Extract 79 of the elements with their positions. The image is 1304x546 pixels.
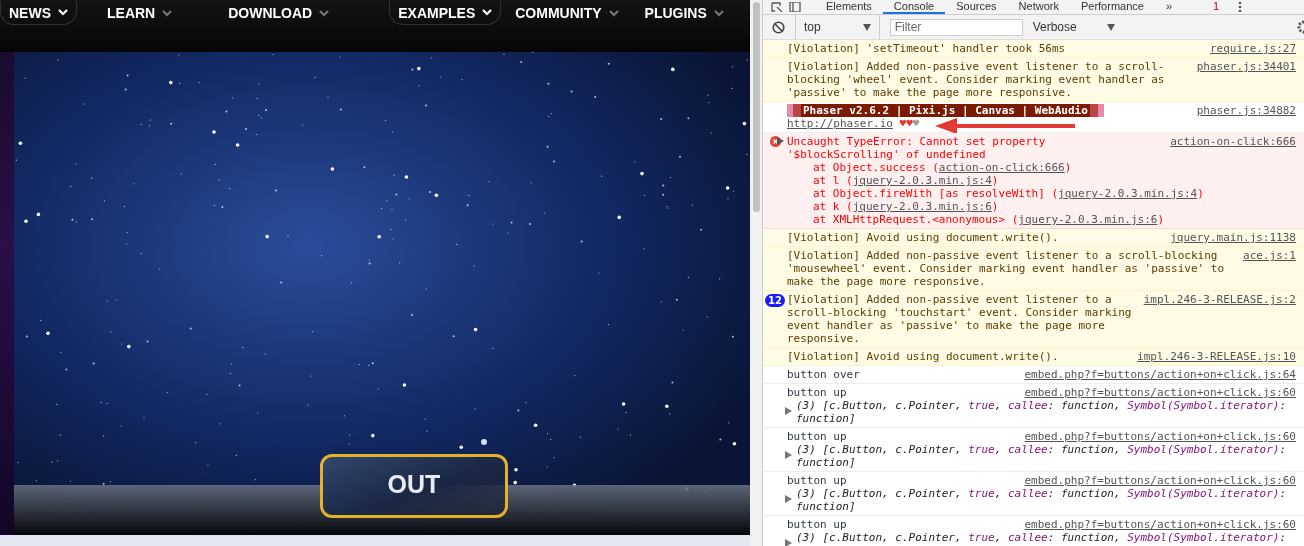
clear-console-icon[interactable] — [772, 20, 785, 34]
expand-triangle-icon[interactable] — [777, 137, 784, 145]
nav-menu-item[interactable]: EXAMPLES — [389, 1, 502, 25]
heart-icon: ♥ — [906, 117, 913, 130]
source-link[interactable]: jquery-2.0.3.min.js:6 — [1018, 213, 1158, 226]
nav-menu-item[interactable]: NEWS — [0, 1, 77, 25]
object-preview: (3) [c.Button, c.Pointer, true, callee: function, Symbol(Symbol.iterator): — [796, 531, 1287, 544]
message-text: button up — [787, 386, 847, 399]
nav-menu-item[interactable]: PLUGINS — [636, 1, 732, 25]
caret-icon — [713, 9, 724, 17]
object-preview: (3) [c.Button, c.Pointer, true, callee: function, Symbol(Symbol.iterator): function] — [796, 487, 1287, 513]
expand-triangle-icon[interactable] — [785, 451, 792, 459]
heart-icon: ♥ — [899, 117, 907, 130]
devtools-tab[interactable]: Sources — [945, 0, 1008, 14]
caret-icon — [319, 9, 330, 17]
object-preview: (3) [c.Button, c.Pointer, true, callee: function, Symbol(Symbol.iterator): function] — [796, 399, 1287, 425]
source-link[interactable]: impl.246-3-RELEASE.js:2 — [1143, 293, 1296, 306]
source-link[interactable]: embed.php?f=buttons/action+on+click.js:60 — [1024, 430, 1296, 443]
more-options-icon[interactable] — [1238, 1, 1243, 12]
log-level-dropdown[interactable]: Verbose — [1032, 20, 1115, 34]
devtools-tab[interactable]: Elements — [815, 0, 883, 14]
source-link[interactable]: jquery-2.0.3.min.js:4 — [852, 174, 992, 187]
scrollbar-thumb[interactable] — [752, 2, 760, 212]
stack-frame: at XMLHttpRequest.<anonymous> (jquery-2.0.3.min.js:6) — [787, 213, 1296, 226]
devtools-tab[interactable]: Performance — [1069, 0, 1155, 14]
object-preview: (3) [c.Button, c.Pointer, true, callee: function, Symbol(Symbol.iterator): function] — [796, 443, 1287, 469]
message-text: [Violation] Added non-passive event listener to a scroll-blocking 'touchstart' event. Consider marking event handler as 'passive' to make the page more responsive. — [787, 293, 1132, 345]
out-button[interactable]: OUT — [320, 454, 508, 518]
inspect-icon[interactable] — [771, 2, 783, 12]
devtools-tab[interactable]: Network — [1007, 0, 1070, 14]
source-link[interactable]: impl.246-3-RELEASE.js:10 — [1137, 350, 1296, 363]
message-text: button up — [787, 518, 847, 531]
caret-icon — [58, 9, 68, 16]
stack-frame: at Object.success (action-on-click:666) — [787, 161, 1296, 174]
source-link[interactable]: jquery-2.0.3.min.js:6 — [852, 200, 992, 213]
more-tabs-button[interactable]: » — [1154, 0, 1184, 14]
message-text: [Violation] Added non-passive event listener to a scroll-blocking 'wheel' event. Consider marking event handler as 'passive' to make the page more responsive. — [787, 60, 1166, 99]
source-link[interactable]: action-on-click:666 — [938, 161, 1065, 174]
device-icon[interactable] — [789, 2, 801, 12]
dropdown-arrow-icon — [1106, 23, 1115, 31]
message-text: [Violation] Avoid using document.write(). — [787, 350, 1060, 363]
error-count[interactable]: 1 — [1183, 0, 1231, 14]
message-text: button up — [787, 474, 847, 487]
heart-icon: ♥ — [912, 117, 920, 130]
source-link[interactable]: phaser.js:34882 — [1196, 104, 1296, 117]
source-link[interactable]: ace.js:1 — [1243, 249, 1296, 262]
dropdown-arrow-icon — [862, 23, 871, 31]
expand-triangle-icon[interactable] — [785, 539, 792, 546]
nav-menu-item[interactable]: COMMUNITY — [507, 1, 627, 25]
console-banner: Phaser v2.6.2 | Pixi.js | Canvas | WebAudio — [787, 104, 1104, 117]
expand-triangle-icon[interactable] — [785, 407, 792, 415]
message-text: [Violation] 'setTimeout' handler took 56ms — [787, 42, 1067, 55]
source-link[interactable]: embed.php?f=buttons/action+on+click.js:60 — [1024, 474, 1296, 487]
caret-icon — [162, 9, 173, 17]
stack-frame: at Object.fireWith [as resolveWith] (jquery-2.0.3.min.js:4) — [787, 187, 1296, 200]
message-text: [Violation] Added non-passive event listener to a scroll-blocking 'mousewheel' event. Consider marking event handler as 'passive' to make the page more responsive. — [787, 249, 1226, 288]
settings-icon[interactable] — [1296, 20, 1304, 34]
source-link[interactable]: phaser.js:34401 — [1196, 60, 1296, 73]
source-link[interactable]: jquery-2.0.3.min.js:4 — [1058, 187, 1198, 200]
expand-triangle-icon[interactable] — [785, 495, 792, 503]
source-link[interactable]: jquery.main.js:1138 — [1170, 231, 1296, 244]
source-link[interactable]: embed.php?f=buttons/action+on+click.js:60 — [1024, 386, 1296, 399]
source-link[interactable]: require.js:27 — [1209, 42, 1296, 55]
message-text: button over — [787, 368, 860, 381]
stack-frame: at l (jquery-2.0.3.min.js:4) — [787, 174, 1296, 187]
phaser-link[interactable]: http://phaser.io — [787, 117, 893, 130]
caret-icon — [608, 9, 619, 17]
source-link[interactable]: embed.php?f=buttons/action+on+click.js:64 — [1024, 368, 1296, 381]
source-link[interactable]: action-on-click:666 — [1170, 135, 1296, 148]
repeat-count: 12 — [765, 294, 785, 307]
message-text: button up — [787, 430, 847, 443]
nav-menu-item[interactable]: LEARN — [99, 1, 181, 25]
message-text: [Violation] Avoid using document.write(). — [787, 231, 1060, 244]
stack-frame: at k (jquery-2.0.3.min.js:6) — [787, 200, 1296, 213]
caret-icon — [482, 9, 493, 16]
filter-field[interactable]: Filter — [889, 18, 1023, 36]
context-dropdown[interactable]: top — [795, 15, 880, 39]
source-link[interactable]: embed.php?f=buttons/action+on+click.js:60 — [1024, 518, 1296, 531]
nav-menu-item[interactable]: DOWNLOAD — [220, 1, 338, 25]
